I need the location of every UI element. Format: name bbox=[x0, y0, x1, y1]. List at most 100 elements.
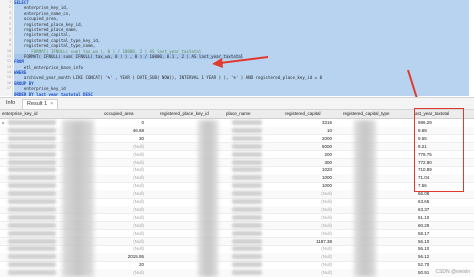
cell-last-year-taxtotal[interactable]: 56.10 bbox=[418, 245, 462, 253]
line-number: 17 bbox=[6, 86, 11, 91]
code-token: enterprise_name_cn, bbox=[14, 10, 71, 16]
cell-occupied-area[interactable]: (Null) bbox=[104, 190, 144, 198]
cell-registered-capital[interactable]: 1187.38 bbox=[290, 238, 332, 246]
redacted-place-name-cell bbox=[232, 246, 262, 252]
cell-occupied-area[interactable]: 30 bbox=[104, 135, 144, 143]
cell-occupied-area[interactable]: (Null) bbox=[104, 174, 144, 182]
column-header-enterprise-key-id[interactable]: enterprise_key_id bbox=[2, 110, 62, 118]
redacted-place-name-cell bbox=[232, 199, 262, 204]
cell-registered-capital[interactable]: 3316 bbox=[290, 119, 332, 127]
line-number-gutter: 1 2 3 4 5 6 7 8 9 10 11 12 13 14 15 16 17 bbox=[0, 0, 13, 96]
cell-registered-capital[interactable]: (Null) bbox=[290, 245, 332, 253]
cell-last-year-taxtotal[interactable]: 56.10 bbox=[418, 238, 462, 246]
redacted-key-cell bbox=[8, 246, 56, 252]
column-header-registered-capital[interactable]: registered_capital bbox=[285, 110, 335, 118]
cell-occupied-area[interactable]: (Null) bbox=[104, 230, 144, 238]
column-header-place-name[interactable]: place_name bbox=[226, 110, 266, 118]
redacted-key-cell bbox=[8, 127, 56, 133]
cell-registered-capital[interactable]: (Null) bbox=[290, 214, 332, 222]
redacted-place-name-cell bbox=[232, 270, 262, 276]
row-marker bbox=[0, 166, 7, 174]
cell-last-year-taxtotal[interactable]: 63.65 bbox=[418, 198, 462, 206]
tab-info[interactable]: Info bbox=[2, 99, 19, 108]
redacted-key-cell bbox=[8, 230, 56, 236]
redacted-capital-type-column bbox=[354, 120, 376, 277]
redacted-key-cell bbox=[8, 270, 56, 276]
cell-registered-capital[interactable]: (Null) bbox=[290, 222, 332, 230]
cell-registered-capital[interactable]: (Null) bbox=[290, 253, 332, 261]
sql-editor[interactable]: 1 2 3 4 5 6 7 8 9 10 11 12 13 14 15 16 17 SELECT enterpr… bbox=[0, 0, 474, 96]
cell-occupied-area[interactable]: (Null) bbox=[104, 214, 144, 222]
column-header-registered-place-key-id[interactable]: registered_place_key_id bbox=[160, 110, 222, 118]
cell-registered-capital[interactable]: 5000 bbox=[290, 143, 332, 151]
cell-occupied-area[interactable]: 2015.95 bbox=[104, 253, 144, 261]
cell-last-year-taxtotal[interactable]: 63.37 bbox=[418, 206, 462, 214]
code-token: GROUP BY bbox=[14, 80, 34, 86]
cell-registered-capital[interactable]: (Null) bbox=[290, 230, 332, 238]
redacted-place-name-cell bbox=[232, 135, 262, 141]
row-marker bbox=[0, 222, 7, 230]
code-line[interactable]: ORDER BY last_year_taxtotal DESC bbox=[14, 91, 469, 96]
row-marker bbox=[0, 261, 7, 269]
row-marker bbox=[0, 245, 7, 253]
row-marker bbox=[0, 253, 7, 261]
redacted-key-cell bbox=[8, 167, 56, 173]
row-marker: ▸ bbox=[2, 120, 5, 125]
cell-registered-capital[interactable]: 10 bbox=[290, 127, 332, 135]
cell-occupied-area[interactable]: (Null) bbox=[104, 143, 144, 151]
cell-registered-capital[interactable]: (Null) bbox=[290, 198, 332, 206]
cell-registered-capital[interactable]: (Null) bbox=[290, 269, 332, 277]
row-marker bbox=[0, 174, 7, 182]
sql-code[interactable]: SELECT enterprise_key_id, enterprise_nam… bbox=[14, 0, 469, 96]
code-token: occupied_area, bbox=[14, 16, 59, 22]
redacted-place-key-column bbox=[198, 120, 218, 277]
result-grid[interactable]: enterprise_key_id occupied_area register… bbox=[0, 110, 474, 277]
code-token: -- FORMAT( IFNULL( sum( tax_wa ), 0 ) / … bbox=[14, 48, 202, 54]
cell-last-year-taxtotal[interactable]: 60.29 bbox=[418, 222, 462, 230]
cell-last-year-taxtotal[interactable]: 56.12 bbox=[418, 253, 462, 261]
row-marker bbox=[0, 151, 7, 159]
redacted-key-cell bbox=[8, 135, 56, 141]
cell-registered-capital[interactable]: 200 bbox=[290, 151, 332, 159]
cell-occupied-area[interactable]: (Null) bbox=[104, 159, 144, 167]
cell-registered-capital[interactable]: (Null) bbox=[290, 206, 332, 214]
redacted-key-cell bbox=[8, 175, 56, 181]
column-header-occupied-area[interactable]: occupied_area bbox=[104, 110, 154, 118]
code-token: FORMAT( IFNULL( sum( IFNULL( tax_wa, 0 )… bbox=[14, 53, 244, 59]
cell-registered-capital[interactable]: (Null) bbox=[290, 190, 332, 198]
cell-occupied-area[interactable]: (Null) bbox=[104, 166, 144, 174]
code-token: SELECT bbox=[14, 0, 29, 5]
code-token: registered_place_key_id, bbox=[14, 21, 84, 27]
cell-occupied-area[interactable]: 46.68 bbox=[104, 127, 144, 135]
close-icon[interactable]: × bbox=[50, 101, 53, 107]
tab-result-label: Result 1 bbox=[27, 101, 48, 107]
cell-last-year-taxtotal[interactable]: 58.17 bbox=[418, 230, 462, 238]
redacted-key-cell bbox=[8, 238, 56, 244]
cell-occupied-area[interactable]: 20 bbox=[104, 261, 144, 269]
cell-occupied-area[interactable]: (Null) bbox=[104, 269, 144, 277]
cell-occupied-area[interactable]: (Null) bbox=[104, 206, 144, 214]
cell-last-year-taxtotal[interactable]: 61.10 bbox=[418, 214, 462, 222]
cell-occupied-area[interactable]: 0 bbox=[104, 119, 144, 127]
code-token: registered_capital_type_key_id, bbox=[14, 37, 101, 43]
cell-occupied-area[interactable]: (Null) bbox=[104, 245, 144, 253]
column-header-registered-capital-type[interactable]: registered_capital_type bbox=[343, 110, 413, 118]
cell-occupied-area[interactable]: (Null) bbox=[104, 238, 144, 246]
redacted-place-name-cell bbox=[232, 143, 262, 149]
redacted-place-name-cell bbox=[232, 159, 262, 165]
cell-registered-capital[interactable]: 1020 bbox=[290, 166, 332, 174]
code-token: registered_capital, bbox=[14, 32, 71, 38]
cell-occupied-area[interactable]: (Null) bbox=[104, 182, 144, 190]
cell-occupied-area[interactable]: (Null) bbox=[104, 151, 144, 159]
redacted-key-cell bbox=[8, 191, 56, 197]
cell-registered-capital[interactable]: 1000 bbox=[290, 174, 332, 182]
tab-result-1[interactable]: Result 1 × bbox=[22, 99, 59, 109]
cell-occupied-area[interactable]: (Null) bbox=[104, 198, 144, 206]
cell-registered-capital[interactable]: 2000 bbox=[290, 135, 332, 143]
cell-registered-capital[interactable]: (Null) bbox=[290, 261, 332, 269]
cell-last-year-taxtotal[interactable]: 52.70 bbox=[418, 261, 462, 269]
cell-registered-capital[interactable]: 1000 bbox=[290, 182, 332, 190]
cell-occupied-area[interactable]: (Null) bbox=[104, 222, 144, 230]
code-token: FROM bbox=[14, 59, 24, 65]
cell-registered-capital[interactable]: 300 bbox=[290, 159, 332, 167]
